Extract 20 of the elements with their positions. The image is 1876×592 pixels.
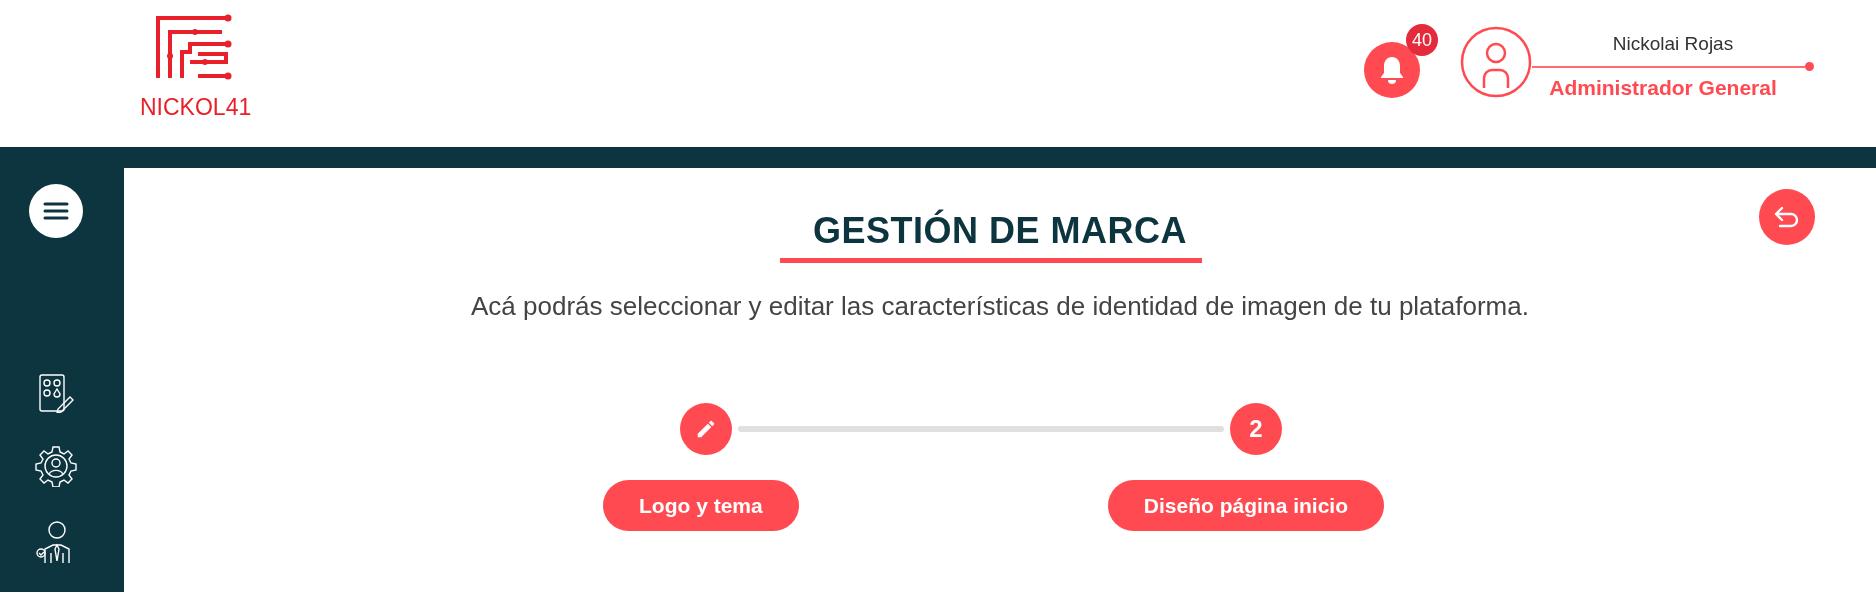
maze-logo-icon: [154, 14, 234, 80]
pencil-icon: [695, 418, 717, 440]
palette-edit-icon[interactable]: [38, 373, 74, 413]
bell-icon: [1378, 55, 1406, 85]
step-number[interactable]: 2: [1230, 403, 1282, 455]
page-title: GESTIÓN DE MARCA: [813, 211, 1187, 251]
user-name: Nickolai Rojas: [1612, 32, 1734, 56]
return-arrow-icon: [1774, 206, 1800, 228]
step-button[interactable]: Diseño página inicio: [1107, 480, 1384, 531]
step-button[interactable]: Logo y tema: [603, 480, 799, 531]
user-role: Administrador General: [1549, 75, 1777, 101]
step-marker[interactable]: [680, 403, 732, 455]
back-button[interactable]: [1759, 189, 1815, 245]
user-avatar-icon[interactable]: [1460, 26, 1532, 98]
notification-count: 40: [1406, 24, 1438, 56]
menu-button[interactable]: [29, 184, 83, 238]
page-description: Acá podrás seleccionar y editar las características de identidad de imagen de tu plataforma.: [471, 291, 1529, 321]
brand-name: NICKOL41: [140, 93, 252, 122]
menu-icon: [43, 202, 69, 220]
gear-user-icon[interactable]: [35, 445, 77, 487]
